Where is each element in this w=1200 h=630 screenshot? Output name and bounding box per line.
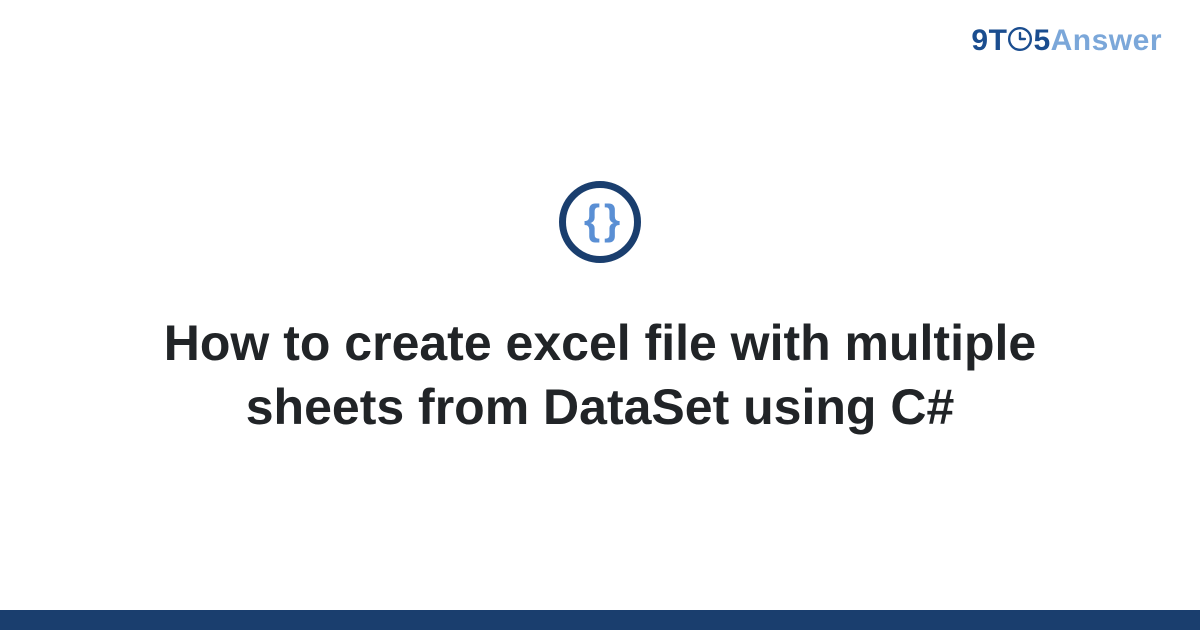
content-area: { } How to create excel file with multip…: [0, 0, 1200, 630]
topic-icon-circle: { }: [559, 181, 641, 263]
footer-bar: [0, 610, 1200, 630]
page-title: How to create excel file with multiple s…: [160, 311, 1040, 439]
code-braces-icon: { }: [584, 199, 616, 241]
